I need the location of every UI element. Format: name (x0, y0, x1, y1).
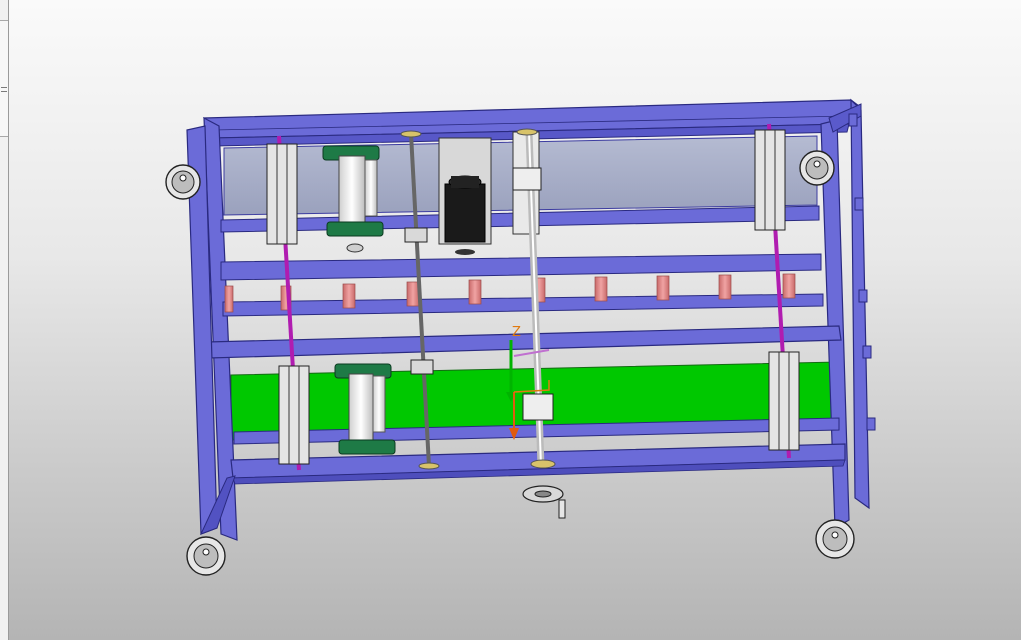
left-side-panel (0, 0, 9, 640)
drive-motor (438, 137, 492, 255)
axis-z-label: Z (512, 325, 521, 340)
panel-collapse-tab[interactable] (0, 20, 8, 137)
right-rear-post (850, 98, 870, 510)
caster-top-right (799, 150, 835, 186)
right-upper-guide-block (754, 129, 786, 231)
left-upper-guide-block (266, 143, 298, 245)
right-lower-guide-block (768, 351, 800, 451)
rail-roller-bottom (222, 293, 824, 317)
panel-resize-grip[interactable] (1, 87, 7, 88)
caster-bottom-left (186, 536, 226, 576)
handwheel (522, 485, 566, 519)
caster-bottom-right (815, 519, 855, 559)
cad-model-canvas[interactable]: Z (9, 0, 1021, 640)
rail-center-cross (206, 325, 842, 359)
caster-top-left (165, 164, 201, 200)
left-lower-guide-block (278, 365, 310, 465)
3d-viewport[interactable]: Z (9, 0, 1021, 640)
panel-resize-grip-2[interactable] (1, 91, 7, 92)
